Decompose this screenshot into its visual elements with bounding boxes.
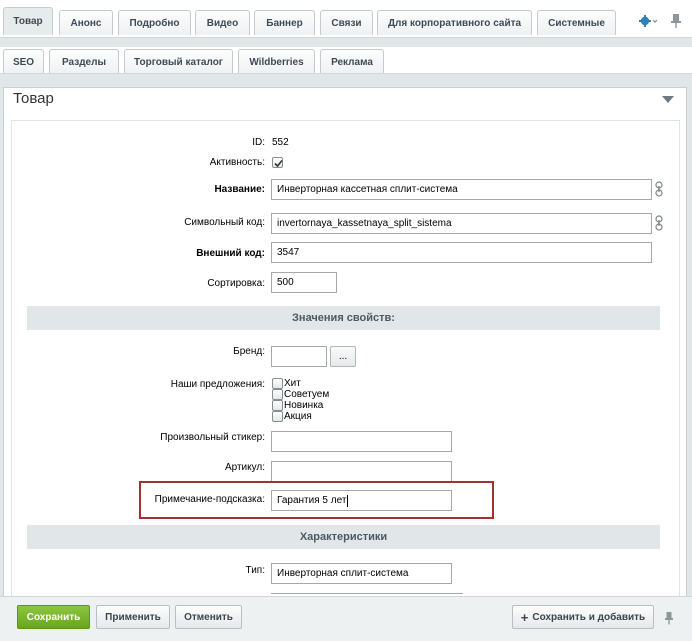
offer-label-sale: Акция [284,411,312,422]
cancel-button[interactable]: Отменить [175,605,242,629]
external-code-label: Внешний код: [196,248,265,259]
code-label: Символьный код: [184,217,265,228]
code-field[interactable]: invertornaya_kassetnaya_split_sistema [271,213,652,234]
tab-system[interactable]: Системные [537,10,616,35]
footer-pin-icon[interactable] [664,611,674,625]
active-label: Активность: [209,157,265,168]
sort-field[interactable]: 500 [271,272,337,293]
name-field[interactable]: Инверторная кассетная сплит-система [271,179,652,200]
tab-banner[interactable]: Баннер [254,10,315,35]
brand-select-button[interactable]: ... [330,346,356,367]
external-code-field[interactable]: 3547 [271,242,652,263]
sort-label: Сортировка: [207,278,265,289]
offer-label-new: Новинка [284,400,324,411]
check-icon [274,159,283,168]
article-label: Артикул: [224,462,265,473]
note-label: Примечание-подсказка: [154,494,265,505]
tab-seo[interactable]: SEO [3,49,44,74]
note-value: Гарантия 5 лет [277,495,347,506]
tab-video[interactable]: Видео [195,10,250,35]
id-label: ID: [252,137,265,148]
tab-wildberries[interactable]: Wildberries [238,49,315,74]
tab-tovar[interactable]: Товар [3,7,53,35]
offer-checkbox-hit[interactable] [272,378,283,389]
type-field[interactable]: Инверторная сплит-система [271,563,452,584]
collapse-arrow-icon[interactable] [662,96,674,103]
brand-label: Бренд: [233,346,265,357]
offer-label-recommend: Советуем [284,389,330,400]
save-button[interactable]: Сохранить [17,605,90,629]
tab-trade-catalog[interactable]: Торговый каталог [124,49,233,74]
brand-field[interactable] [271,346,327,367]
type-label: Тип: [245,565,265,576]
tab-razdely[interactable]: Разделы [49,49,119,74]
tab-anons[interactable]: Анонс [59,10,113,35]
offers-label: Наши предложения: [170,379,265,390]
article-field[interactable] [271,461,452,482]
save-and-add-button[interactable]: + Сохранить и добавить [512,605,654,629]
panel-title: Товар [13,90,54,107]
save-and-add-label: Сохранить и добавить [532,611,646,623]
tab-podrobno[interactable]: Подробно [118,10,191,35]
tab-reklama[interactable]: Реклама [320,49,384,74]
active-checkbox[interactable] [272,157,283,168]
offer-label-hit: Хит [284,378,301,389]
apply-button[interactable]: Применить [96,605,170,629]
name-label: Название: [214,184,265,195]
section-properties: Значения свойств: [27,306,660,330]
plus-icon: + [520,609,529,625]
note-field[interactable]: Гарантия 5 лет [271,490,452,511]
tabs-divider [0,37,692,47]
text-cursor [347,494,349,507]
section-specs: Характеристики [27,525,660,549]
link-icon[interactable] [655,181,663,197]
link-icon[interactable] [655,215,663,231]
offer-checkbox-new[interactable] [272,400,283,411]
tab-corporate[interactable]: Для корпоративного сайта [377,10,532,35]
sticker-field[interactable] [271,431,452,452]
offer-checkbox-recommend[interactable] [272,389,283,400]
gear-icon[interactable] [639,14,659,28]
offer-checkbox-sale[interactable] [272,411,283,422]
tab-svyazi[interactable]: Связи [320,10,373,35]
tabs-divider-2 [0,73,692,85]
pin-icon[interactable] [670,13,682,29]
id-value: 552 [272,137,289,148]
sticker-label: Произвольный стикер: [160,432,265,443]
